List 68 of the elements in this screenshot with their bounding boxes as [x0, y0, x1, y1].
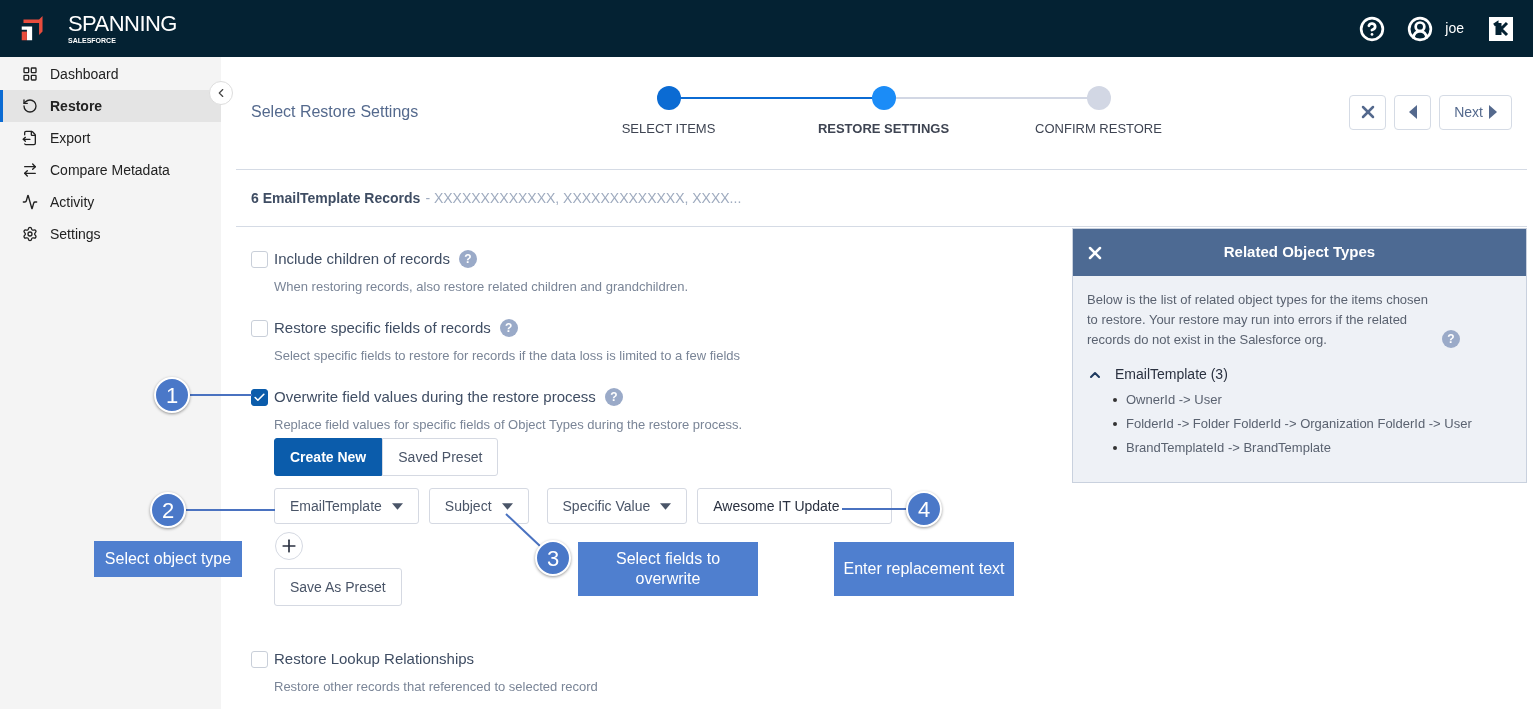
activity-icon	[22, 194, 38, 210]
export-icon	[22, 130, 38, 146]
mode-tab[interactable]: Create New	[274, 438, 383, 476]
panel-intro: Below is the list of related object types for the items chosen to restore. Your restore may run into errors if the related records do not exist in the Salesforce org.	[1087, 291, 1430, 349]
sidebar-item[interactable]: Compare Metadata	[0, 154, 221, 186]
dropdown[interactable]: Specific Value	[546, 488, 688, 524]
callout-number: 4	[906, 491, 942, 527]
bullet-icon	[1113, 446, 1117, 450]
option-label[interactable]: Restore specific fields of records	[274, 317, 491, 340]
leader-line	[841, 508, 907, 510]
sidebar-item[interactable]: Dashboard	[0, 58, 221, 90]
step-label: CONFIRM RESTORE	[1035, 119, 1162, 138]
add-button[interactable]	[275, 532, 303, 560]
records-title: 6 EmailTemplate Records	[251, 188, 421, 208]
dropdown[interactable]: EmailTemplate	[274, 488, 419, 524]
sidebar-item[interactable]: Restore	[0, 90, 221, 122]
next-button[interactable]: Next	[1439, 94, 1512, 130]
close-button[interactable]	[1349, 94, 1387, 130]
checkbox[interactable]	[251, 388, 268, 406]
caret-icon	[1408, 105, 1417, 119]
option-label[interactable]: Restore Lookup Relationships	[274, 648, 475, 671]
save-preset-button[interactable]: Save As Preset	[274, 568, 402, 606]
option-description: Replace field values for specific fields of Object Types during the restore process.	[273, 415, 743, 434]
caret-icon	[660, 502, 672, 510]
back-button[interactable]	[1394, 94, 1432, 130]
option-description: Select specific fields to restore for records if the data loss is limited to a few fields	[273, 346, 742, 365]
value-input[interactable]: Awesome IT Update	[697, 488, 893, 524]
collapse-button[interactable]	[209, 81, 233, 105]
records-list: - XXXXXXXXXXXXX, XXXXXXXXXXXXX, XXXX...	[425, 187, 742, 209]
user-avatar-icon[interactable]	[1407, 15, 1434, 42]
tree-item: BrandTemplateId -> BrandTemplate	[1126, 439, 1331, 458]
restore-icon	[22, 98, 38, 114]
tree-item: OwnerId -> User	[1126, 391, 1222, 410]
callout-note: Select fields to overwrite	[578, 542, 758, 596]
sidebar-item[interactable]: Activity	[0, 186, 221, 218]
check-icon	[253, 390, 266, 404]
caret-icon	[1489, 105, 1497, 119]
help-icon[interactable]	[1359, 15, 1386, 42]
callout-note: Select object type	[94, 541, 242, 577]
sidebar-item[interactable]: Settings	[0, 218, 221, 250]
dropdown[interactable]: Subject	[428, 488, 529, 524]
callout-note: Enter replacement text	[834, 542, 1014, 596]
step-label: RESTORE SETTINGS	[817, 119, 950, 138]
leader-line	[505, 513, 541, 547]
brand-name: SPANNING	[68, 13, 177, 35]
user-name[interactable]: joe	[1445, 18, 1464, 39]
leader-line	[189, 394, 253, 396]
arrows-icon	[22, 162, 38, 178]
caret-icon	[391, 502, 403, 510]
sidebar-item[interactable]: Export	[0, 122, 221, 154]
grid-icon	[22, 66, 38, 82]
tree-item: FolderId -> Folder FolderId -> Organization FolderId -> User	[1126, 415, 1472, 434]
option-label[interactable]: Overwrite field values during the restore process	[274, 386, 596, 409]
brand-logo-icon[interactable]	[1489, 16, 1513, 41]
callout-number: 3	[535, 540, 571, 576]
logo-icon	[20, 14, 46, 43]
step-label: SELECT ITEMS	[621, 119, 716, 138]
panel-title: Related Object Types	[1223, 242, 1376, 263]
tree-group[interactable]: EmailTemplate (3)	[1087, 364, 1512, 385]
option-description: When restoring records, also restore related children and grandchildren.	[273, 277, 690, 296]
page-title: Select Restore Settings	[251, 102, 420, 122]
option-label[interactable]: Include children of records	[274, 248, 450, 271]
settings-icon	[22, 226, 38, 242]
caret-icon	[501, 502, 513, 510]
mode-tab[interactable]: Saved Preset	[382, 438, 499, 476]
bullet-icon	[1113, 398, 1117, 402]
bullet-icon	[1113, 422, 1117, 426]
option-description: Restore other records that referenced to selected record	[273, 677, 599, 696]
